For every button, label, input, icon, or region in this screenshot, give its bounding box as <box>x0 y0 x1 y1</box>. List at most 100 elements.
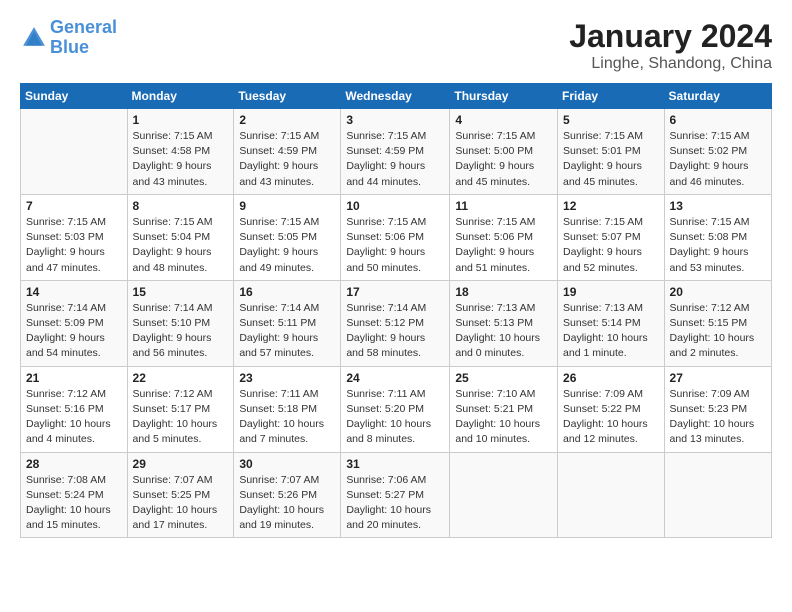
calendar-table: SundayMondayTuesdayWednesdayThursdayFrid… <box>20 83 772 538</box>
calendar-day-cell: 28Sunrise: 7:08 AMSunset: 5:24 PMDayligh… <box>21 452 128 538</box>
day-info: Sunrise: 7:15 AMSunset: 5:07 PMDaylight:… <box>563 215 659 276</box>
day-number: 3 <box>346 113 444 127</box>
day-number: 18 <box>455 285 552 299</box>
day-number: 2 <box>239 113 335 127</box>
calendar-day-cell: 21 Sunrise: 7:12 AMSunset: 5:16 PMDayligh… <box>21 366 128 452</box>
day-info: Sunrise: 7:15 AMSunset: 5:05 PMDaylight:… <box>239 215 335 276</box>
logo: General Blue <box>20 18 117 58</box>
day-number: 5 <box>563 113 659 127</box>
calendar-day-cell: 8 Sunrise: 7:15 AMSunset: 5:04 PMDaylight… <box>127 194 234 280</box>
day-info: Sunrise: 7:15 AMSunset: 4:59 PMDaylight:… <box>346 129 444 190</box>
calendar-title: January 2024 <box>569 18 772 55</box>
day-number: 25 <box>455 371 552 385</box>
calendar-day-cell <box>21 109 128 195</box>
day-number: 4 <box>455 113 552 127</box>
day-info: Sunrise: 7:15 AMSunset: 5:08 PMDaylight:… <box>670 215 766 276</box>
day-info: Sunrise: 7:12 AMSunset: 5:15 PMDaylight:… <box>670 301 766 362</box>
calendar-week-row: 21 Sunrise: 7:12 AMSunset: 5:16 PMDayligh… <box>21 366 772 452</box>
day-number: 1 <box>133 113 229 127</box>
calendar-day-cell: 4 Sunrise: 7:15 AMSunset: 5:00 PMDaylight… <box>450 109 558 195</box>
calendar-day-cell <box>450 452 558 538</box>
day-number: 26 <box>563 371 659 385</box>
day-info: Sunrise: 7:06 AMSunset: 5:27 PMDaylight:… <box>346 473 444 534</box>
calendar-day-cell: 29 Sunrise: 7:07 AMSunset: 5:25 PMDayligh… <box>127 452 234 538</box>
calendar-day-cell: 14 Sunrise: 7:14 AMSunset: 5:09 PMDayligh… <box>21 280 128 366</box>
day-info: Sunrise: 7:12 AMSunset: 5:16 PMDaylight:… <box>26 387 122 448</box>
calendar-day-cell: 23 Sunrise: 7:11 AMSunset: 5:18 PMDayligh… <box>234 366 341 452</box>
day-number: 9 <box>239 199 335 213</box>
calendar-week-row: 28Sunrise: 7:08 AMSunset: 5:24 PMDayligh… <box>21 452 772 538</box>
day-info: Sunrise: 7:15 AMSunset: 5:02 PMDaylight:… <box>670 129 766 190</box>
calendar-day-cell <box>558 452 665 538</box>
calendar-day-cell: 30 Sunrise: 7:07 AMSunset: 5:26 PMDayligh… <box>234 452 341 538</box>
weekday-header: Sunday <box>21 84 128 109</box>
day-info: Sunrise: 7:11 AMSunset: 5:18 PMDaylight:… <box>239 387 335 448</box>
day-number: 16 <box>239 285 335 299</box>
calendar-day-cell: 6Sunrise: 7:15 AMSunset: 5:02 PMDaylight… <box>664 109 771 195</box>
day-info: Sunrise: 7:14 AMSunset: 5:10 PMDaylight:… <box>133 301 229 362</box>
calendar-day-cell: 25Sunrise: 7:10 AMSunset: 5:21 PMDayligh… <box>450 366 558 452</box>
day-info: Sunrise: 7:11 AMSunset: 5:20 PMDaylight:… <box>346 387 444 448</box>
weekday-header-row: SundayMondayTuesdayWednesdayThursdayFrid… <box>21 84 772 109</box>
day-info: Sunrise: 7:09 AMSunset: 5:23 PMDaylight:… <box>670 387 766 448</box>
day-info: Sunrise: 7:14 AMSunset: 5:12 PMDaylight:… <box>346 301 444 362</box>
calendar-day-cell: 15 Sunrise: 7:14 AMSunset: 5:10 PMDayligh… <box>127 280 234 366</box>
day-number: 11 <box>455 199 552 213</box>
day-info: Sunrise: 7:13 AMSunset: 5:13 PMDaylight:… <box>455 301 552 362</box>
day-number: 21 <box>26 371 122 385</box>
day-info: Sunrise: 7:13 AMSunset: 5:14 PMDaylight:… <box>563 301 659 362</box>
day-info: Sunrise: 7:15 AMSunset: 5:06 PMDaylight:… <box>455 215 552 276</box>
day-info: Sunrise: 7:14 AMSunset: 5:11 PMDaylight:… <box>239 301 335 362</box>
logo-icon <box>20 24 48 52</box>
title-block: January 2024 Linghe, Shandong, China <box>569 18 772 73</box>
day-number: 14 <box>26 285 122 299</box>
day-info: Sunrise: 7:08 AMSunset: 5:24 PMDaylight:… <box>26 473 122 534</box>
calendar-day-cell: 10Sunrise: 7:15 AMSunset: 5:06 PMDayligh… <box>341 194 450 280</box>
calendar-day-cell: 27Sunrise: 7:09 AMSunset: 5:23 PMDayligh… <box>664 366 771 452</box>
day-info: Sunrise: 7:09 AMSunset: 5:22 PMDaylight:… <box>563 387 659 448</box>
weekday-header: Monday <box>127 84 234 109</box>
calendar-day-cell <box>664 452 771 538</box>
calendar-day-cell: 9 Sunrise: 7:15 AMSunset: 5:05 PMDaylight… <box>234 194 341 280</box>
calendar-day-cell: 26 Sunrise: 7:09 AMSunset: 5:22 PMDayligh… <box>558 366 665 452</box>
day-info: Sunrise: 7:07 AMSunset: 5:26 PMDaylight:… <box>239 473 335 534</box>
day-number: 8 <box>133 199 229 213</box>
day-number: 31 <box>346 457 444 471</box>
day-number: 7 <box>26 199 122 213</box>
day-info: Sunrise: 7:07 AMSunset: 5:25 PMDaylight:… <box>133 473 229 534</box>
weekday-header: Tuesday <box>234 84 341 109</box>
calendar-day-cell: 19Sunrise: 7:13 AMSunset: 5:14 PMDayligh… <box>558 280 665 366</box>
calendar-day-cell: 16 Sunrise: 7:14 AMSunset: 5:11 PMDayligh… <box>234 280 341 366</box>
day-number: 20 <box>670 285 766 299</box>
day-number: 10 <box>346 199 444 213</box>
calendar-day-cell: 11 Sunrise: 7:15 AMSunset: 5:06 PMDayligh… <box>450 194 558 280</box>
day-number: 30 <box>239 457 335 471</box>
calendar-day-cell: 24Sunrise: 7:11 AMSunset: 5:20 PMDayligh… <box>341 366 450 452</box>
day-info: Sunrise: 7:15 AMSunset: 4:58 PMDaylight:… <box>133 129 229 190</box>
day-info: Sunrise: 7:12 AMSunset: 5:17 PMDaylight:… <box>133 387 229 448</box>
calendar-week-row: 1 Sunrise: 7:15 AMSunset: 4:58 PMDaylight… <box>21 109 772 195</box>
day-number: 13 <box>670 199 766 213</box>
day-info: Sunrise: 7:15 AMSunset: 5:03 PMDaylight:… <box>26 215 122 276</box>
day-info: Sunrise: 7:15 AMSunset: 5:01 PMDaylight:… <box>563 129 659 190</box>
calendar-day-cell: 5 Sunrise: 7:15 AMSunset: 5:01 PMDaylight… <box>558 109 665 195</box>
day-number: 15 <box>133 285 229 299</box>
day-number: 17 <box>346 285 444 299</box>
calendar-week-row: 14 Sunrise: 7:14 AMSunset: 5:09 PMDayligh… <box>21 280 772 366</box>
day-info: Sunrise: 7:15 AMSunset: 4:59 PMDaylight:… <box>239 129 335 190</box>
day-number: 29 <box>133 457 229 471</box>
day-info: Sunrise: 7:15 AMSunset: 5:04 PMDaylight:… <box>133 215 229 276</box>
weekday-header: Wednesday <box>341 84 450 109</box>
calendar-day-cell: 22Sunrise: 7:12 AMSunset: 5:17 PMDayligh… <box>127 366 234 452</box>
weekday-header: Thursday <box>450 84 558 109</box>
day-info: Sunrise: 7:14 AMSunset: 5:09 PMDaylight:… <box>26 301 122 362</box>
calendar-day-cell: 18 Sunrise: 7:13 AMSunset: 5:13 PMDayligh… <box>450 280 558 366</box>
day-number: 23 <box>239 371 335 385</box>
weekday-header: Saturday <box>664 84 771 109</box>
calendar-week-row: 7 Sunrise: 7:15 AMSunset: 5:03 PMDaylight… <box>21 194 772 280</box>
calendar-day-cell: 2 Sunrise: 7:15 AMSunset: 4:59 PMDaylight… <box>234 109 341 195</box>
calendar-day-cell: 31 Sunrise: 7:06 AMSunset: 5:27 PMDayligh… <box>341 452 450 538</box>
calendar-day-cell: 7 Sunrise: 7:15 AMSunset: 5:03 PMDaylight… <box>21 194 128 280</box>
calendar-day-cell: 3 Sunrise: 7:15 AMSunset: 4:59 PMDaylight… <box>341 109 450 195</box>
day-info: Sunrise: 7:15 AMSunset: 5:00 PMDaylight:… <box>455 129 552 190</box>
